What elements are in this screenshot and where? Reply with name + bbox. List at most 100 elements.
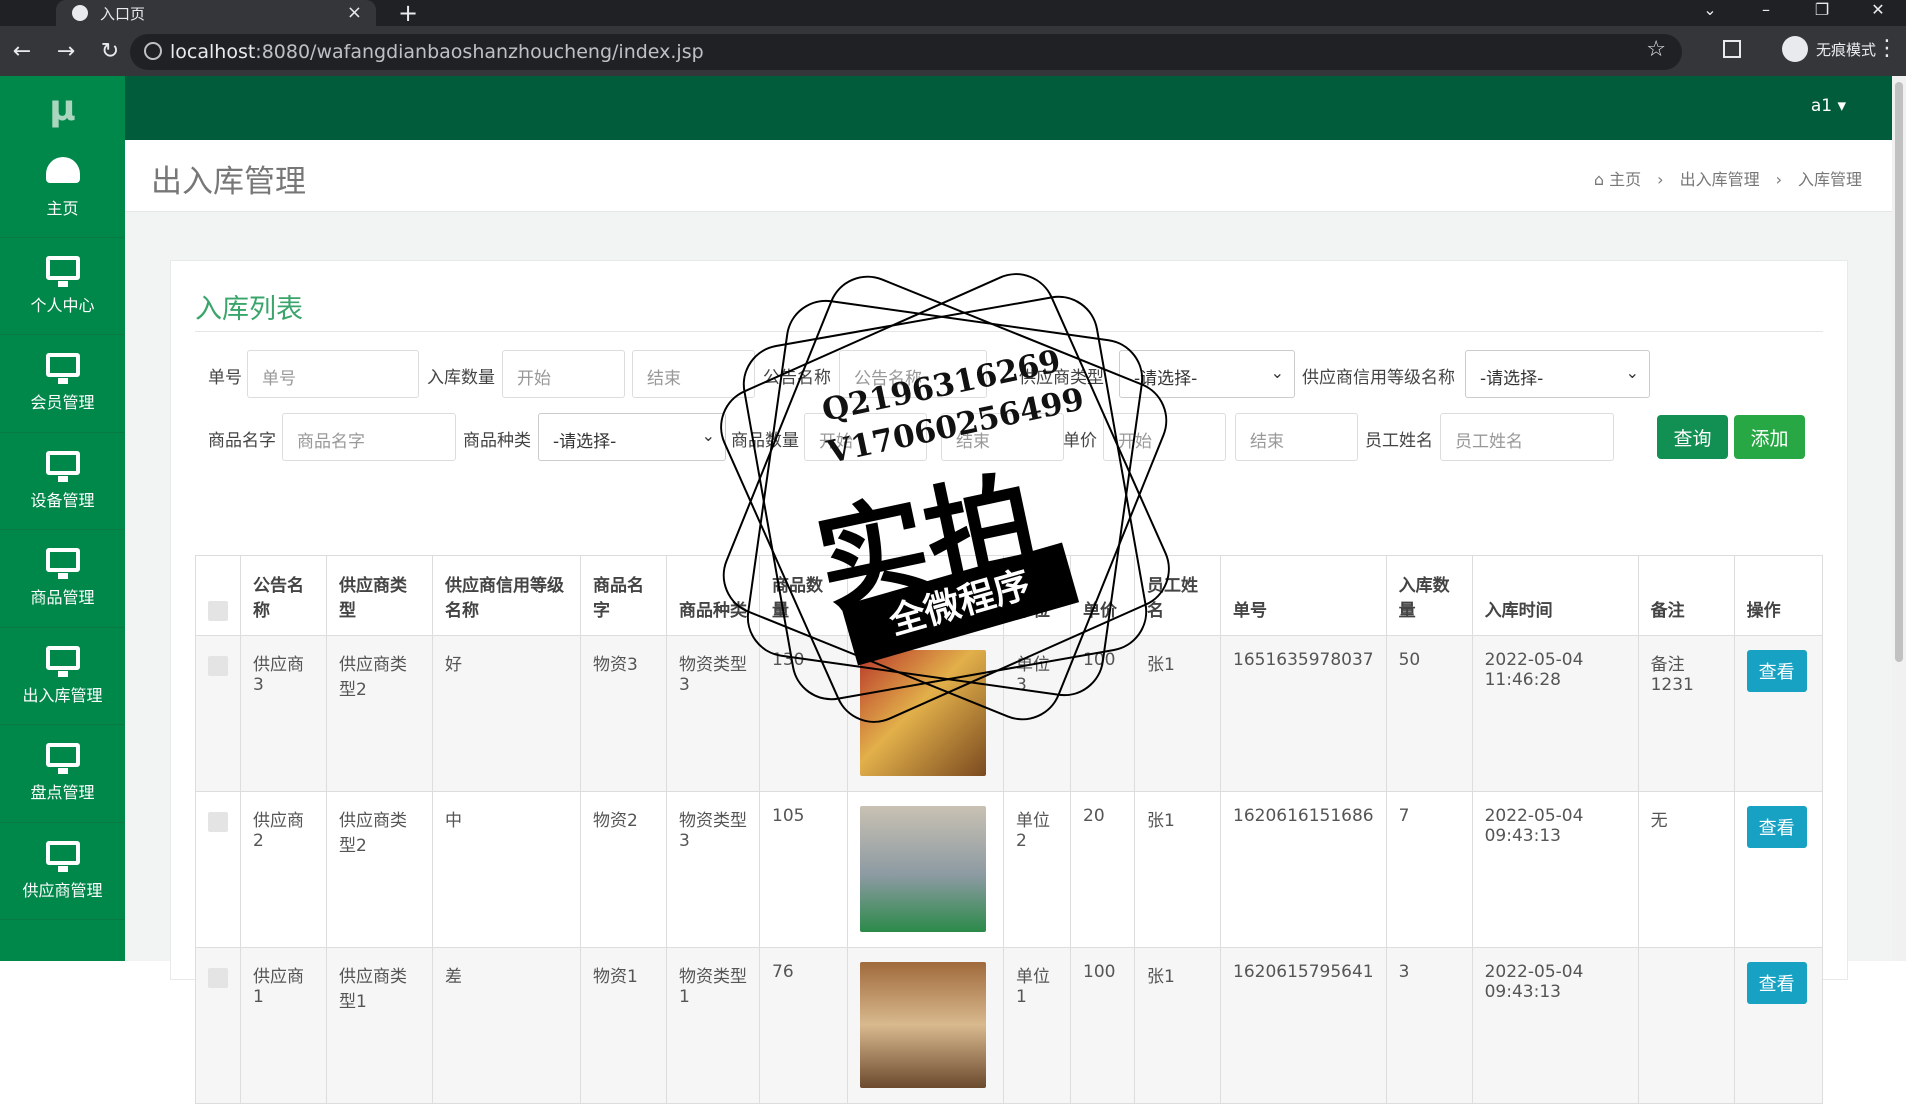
col-header[interactable]: 单位	[1003, 555, 1071, 636]
view-button[interactable]: 查看	[1746, 806, 1807, 848]
cell-image	[847, 635, 1004, 792]
cell-staff: 张1	[1134, 791, 1221, 948]
tab-search-icon[interactable]: ⌄	[1682, 0, 1738, 26]
breadcrumb-inout[interactable]: 出入库管理	[1680, 170, 1760, 189]
new-tab-icon[interactable]: +	[398, 0, 418, 27]
price-label: 单价	[1063, 431, 1097, 451]
cell-staff: 张1	[1134, 635, 1221, 792]
cell-goods-type: 物资类型1	[666, 947, 760, 1104]
staff-label: 员工姓名	[1365, 431, 1433, 451]
cell-price: 100	[1070, 947, 1135, 1104]
cell-notice: 供应商1	[240, 947, 327, 1104]
stock-in-table: 公告名称 供应商类型 供应商信用等级名称 商品名字 商品种类 商品数量 商品图片…	[195, 555, 1824, 1104]
view-button[interactable]: 查看	[1746, 962, 1807, 1004]
cell-supplier-type: 供应商类型2	[326, 791, 433, 948]
supplier-type-select[interactable]: -请选择- ⌄	[1119, 350, 1295, 398]
close-tab-icon[interactable]: ×	[347, 2, 362, 23]
price-end-input[interactable]: 结束	[1235, 413, 1358, 461]
col-header[interactable]: 商品图片	[847, 555, 1004, 636]
supplier-type-value: -请选择-	[1134, 369, 1198, 389]
chevron-right-icon: ›	[1775, 170, 1782, 189]
sidebar-item-label: 供应商管理	[22, 880, 103, 900]
page-scrollbar[interactable]	[1892, 76, 1906, 961]
col-header[interactable]: 入库数量	[1385, 555, 1473, 636]
goods-photo	[860, 806, 986, 932]
sidebar-item-inventory[interactable]: 盘点管理	[0, 725, 125, 823]
row-select-cell	[195, 947, 241, 1104]
minimize-icon[interactable]: –	[1738, 0, 1794, 26]
col-header[interactable]: 商品数量	[759, 555, 848, 636]
monitor-icon	[45, 450, 80, 482]
sidebar-item-devices[interactable]: 设备管理	[0, 433, 125, 530]
select-all-checkbox[interactable]	[208, 601, 228, 621]
row-checkbox[interactable]	[208, 656, 228, 676]
goods-type-select[interactable]: -请选择- ⌄	[538, 413, 726, 461]
address-bar[interactable]: localhost:8080/wafangdianbaoshanzhouchen…	[130, 34, 1682, 70]
sidebar-item-label: 设备管理	[30, 490, 95, 510]
incognito-label: 无痕模式	[1815, 40, 1876, 59]
credit-value: -请选择-	[1480, 369, 1544, 389]
col-header[interactable]: 供应商类型	[326, 555, 433, 636]
side-panel-icon[interactable]	[1723, 40, 1741, 58]
top-header: a1 ▾	[125, 76, 1906, 140]
qty-start-input[interactable]: 开始	[502, 350, 625, 398]
qty-end-input[interactable]: 结束	[632, 350, 755, 398]
chevron-right-icon: ›	[1657, 170, 1664, 189]
maximize-icon[interactable]: ❐	[1794, 0, 1850, 26]
danhao-label: 单号	[208, 368, 242, 388]
goods-qty-label: 商品数量	[731, 431, 799, 451]
col-header[interactable]: 备注	[1637, 555, 1735, 636]
app-root: μ 主页 个人中心 会员管理 设备管理 商品管理 出入库管理 盘点管理 供应商管…	[0, 76, 1906, 1104]
cell-time: 2022-05-04 11:46:28	[1471, 635, 1639, 792]
cell-image	[847, 791, 1004, 948]
col-header[interactable]: 公告名称	[240, 555, 327, 636]
site-info-icon[interactable]	[144, 42, 162, 60]
sidebar-item-inout[interactable]: 出入库管理	[0, 628, 125, 725]
browser-tab[interactable]: 入口页 ×	[56, 0, 376, 26]
goods-input[interactable]: 商品名字	[282, 413, 456, 461]
view-button[interactable]: 查看	[1746, 650, 1807, 692]
sidebar-item-profile[interactable]: 个人中心	[0, 238, 125, 335]
col-header[interactable]: 商品种类	[666, 555, 760, 636]
col-header[interactable]: 商品名字	[580, 555, 667, 636]
scrollbar-thumb[interactable]	[1895, 82, 1903, 662]
cell-goods-qty: 130	[759, 635, 848, 792]
col-header[interactable]: 单价	[1070, 555, 1135, 636]
bookmark-star-icon[interactable]: ☆	[1646, 37, 1666, 62]
incognito-indicator[interactable]: 无痕模式	[1781, 36, 1876, 62]
qty-label: 入库数量	[427, 368, 495, 388]
breadcrumb-home[interactable]: 主页	[1609, 170, 1641, 189]
reload-icon[interactable]: ↻	[88, 39, 132, 64]
user-menu[interactable]: a1 ▾	[1811, 96, 1846, 116]
goods-qty-end-input[interactable]: 结束	[941, 413, 1064, 461]
forward-icon[interactable]: →	[44, 39, 88, 64]
staff-input[interactable]: 员工姓名	[1440, 413, 1614, 461]
card-title: 入库列表	[195, 294, 303, 325]
goods-qty-start-input[interactable]: 开始	[804, 413, 927, 461]
query-button[interactable]: 查询	[1657, 415, 1728, 459]
add-button[interactable]: 添加	[1734, 415, 1805, 459]
sidebar-item-goods[interactable]: 商品管理	[0, 530, 125, 628]
credit-select[interactable]: -请选择- ⌄	[1465, 350, 1650, 398]
close-window-icon[interactable]: ✕	[1850, 0, 1906, 26]
row-checkbox[interactable]	[208, 812, 228, 832]
menu-icon[interactable]: ⋮	[1876, 36, 1898, 61]
supplier-type-label: 供应商类型	[1019, 368, 1104, 388]
col-header[interactable]: 供应商信用等级名称	[432, 555, 581, 636]
col-header[interactable]: 员工姓名	[1134, 555, 1221, 636]
sidebar-item-suppliers[interactable]: 供应商管理	[0, 823, 125, 920]
danhao-input[interactable]: 单号	[247, 350, 419, 398]
cell-goods-qty: 105	[759, 791, 848, 948]
home-icon: ⌂	[1593, 170, 1610, 189]
divider	[195, 331, 1823, 332]
sidebar-item-members[interactable]: 会员管理	[0, 335, 125, 433]
col-header[interactable]: 单号	[1220, 555, 1387, 636]
row-checkbox[interactable]	[208, 968, 228, 988]
notice-input[interactable]: 公告名称	[839, 350, 987, 398]
cell-action: 查看	[1733, 947, 1824, 1104]
col-header[interactable]: 入库时间	[1471, 555, 1639, 636]
price-start-input[interactable]: 开始	[1103, 413, 1226, 461]
back-icon[interactable]: ←	[0, 39, 44, 64]
sidebar-item-home[interactable]: 主页	[0, 140, 125, 238]
sidebar: μ 主页 个人中心 会员管理 设备管理 商品管理 出入库管理 盘点管理 供应商管…	[0, 76, 125, 961]
